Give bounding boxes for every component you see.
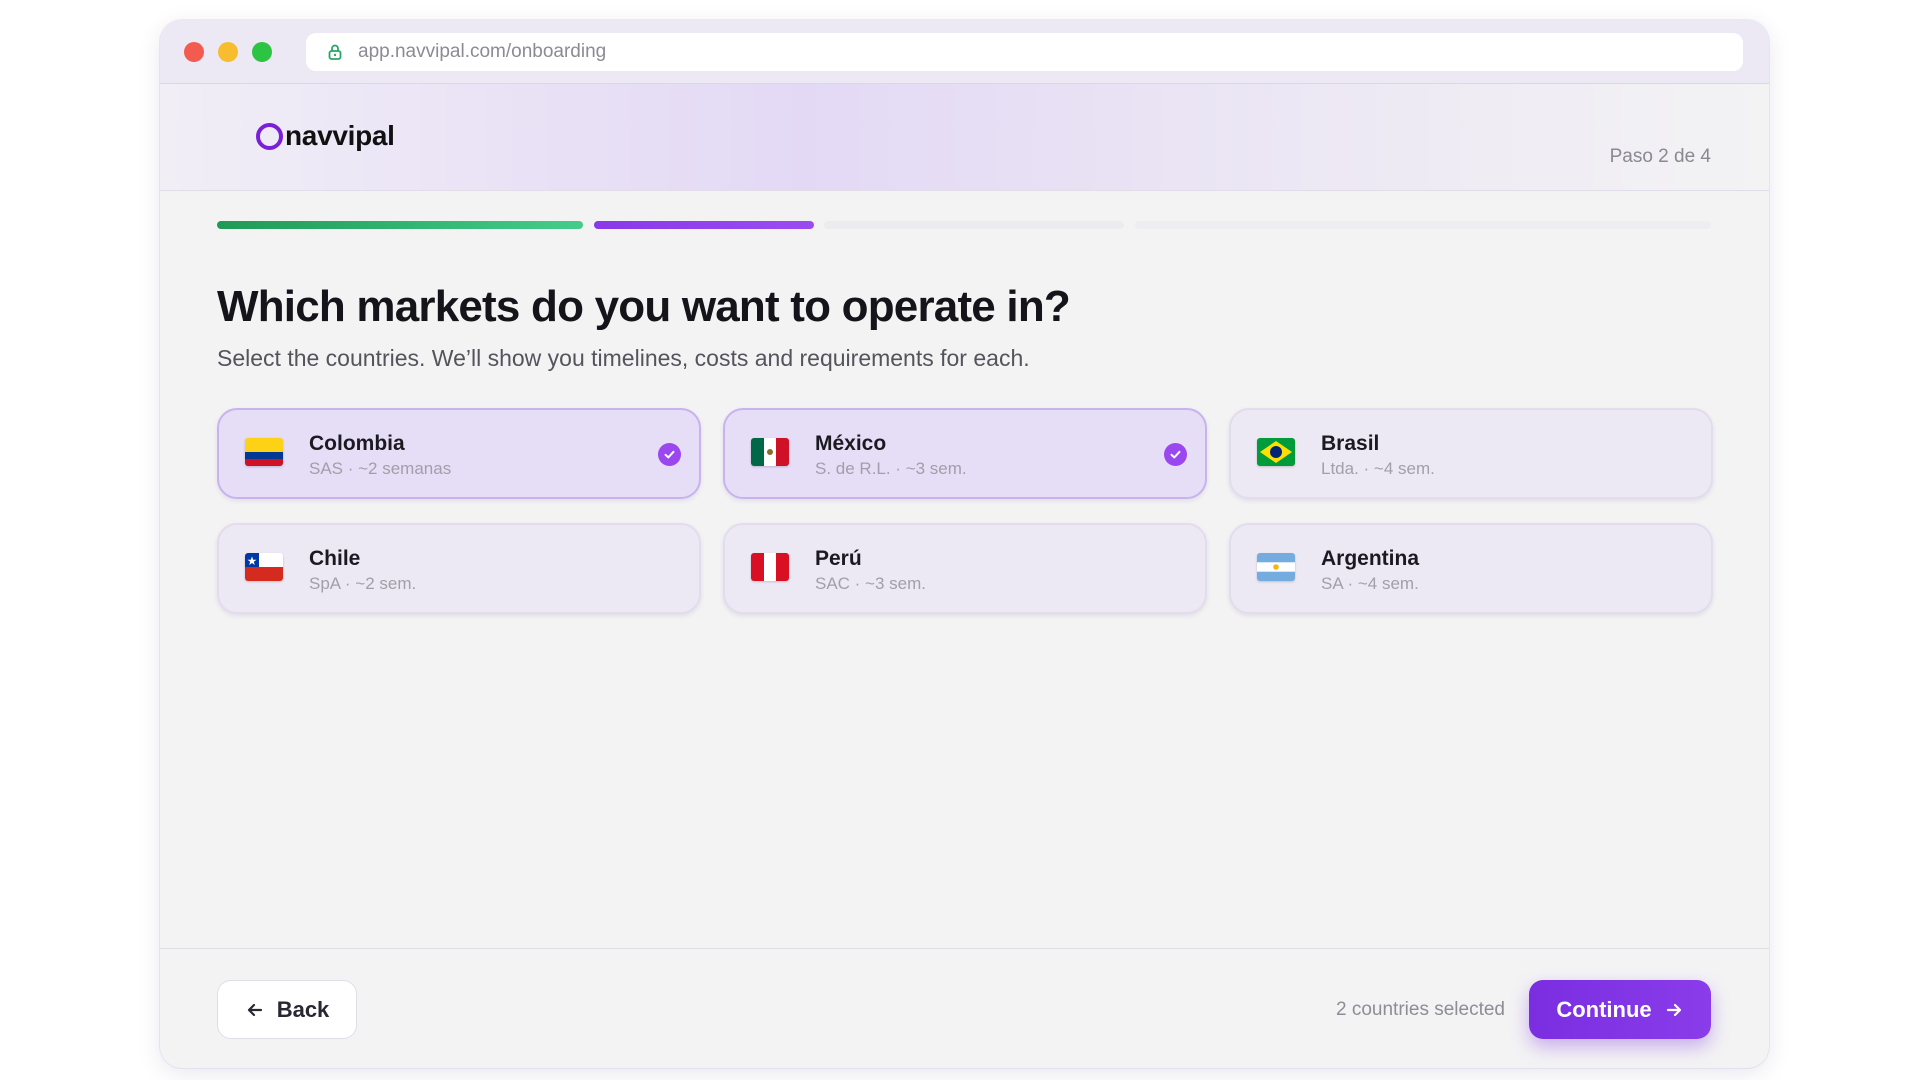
lock-icon bbox=[328, 44, 342, 60]
check-icon bbox=[658, 443, 681, 466]
country-meta: SA · ~4 sem. bbox=[1321, 574, 1419, 593]
address-bar[interactable]: app.navvipal.com/onboarding bbox=[306, 33, 1743, 71]
logo-ring-icon bbox=[256, 122, 283, 150]
page-title: Which markets do you want to operate in? bbox=[217, 282, 1071, 331]
country-name: Argentina bbox=[1321, 547, 1420, 570]
country-card-chile[interactable]: Chile SpA · ~2 sem. bbox=[217, 523, 701, 614]
url-text: app.navvipal.com/onboarding bbox=[358, 41, 607, 62]
selected-count: 2 countries selected bbox=[1336, 999, 1505, 1020]
app-header: navvipal Paso 2 de 4 bbox=[160, 84, 1769, 191]
minimize-window-button[interactable] bbox=[218, 42, 238, 62]
progress-segment-1 bbox=[217, 221, 583, 229]
country-meta: Ltda. · ~4 sem. bbox=[1321, 459, 1435, 478]
progress-segment-4 bbox=[1135, 221, 1711, 229]
argentina-flag-icon bbox=[1257, 553, 1295, 581]
country-card-colombia[interactable]: Colombia SAS · ~2 semanas bbox=[217, 408, 701, 499]
footer-bar: Back 2 countries selected Continue bbox=[160, 948, 1769, 1068]
country-name: Brasil bbox=[1321, 432, 1380, 455]
progress-segment-2 bbox=[594, 221, 814, 229]
page-subtitle: Select the countries. We’ll show you tim… bbox=[217, 345, 1030, 371]
country-name: Chile bbox=[309, 547, 361, 570]
country-card-peru[interactable]: Perú SAC · ~3 sem. bbox=[723, 523, 1207, 614]
country-card-brasil[interactable]: Brasil Ltda. · ~4 sem. bbox=[1229, 408, 1713, 499]
logo-text: navvipal bbox=[285, 120, 395, 151]
country-card-argentina[interactable]: Argentina SA · ~4 sem. bbox=[1229, 523, 1713, 614]
chile-flag-icon bbox=[245, 553, 283, 581]
country-meta: SAC · ~3 sem. bbox=[815, 574, 927, 593]
colombia-flag-icon bbox=[245, 438, 283, 466]
country-meta: S. de R.L. · ~3 sem. bbox=[815, 459, 967, 478]
back-button[interactable]: Back bbox=[217, 980, 357, 1039]
arrow-left-icon bbox=[247, 1003, 262, 1016]
country-name: México bbox=[815, 432, 887, 455]
continue-button[interactable]: Continue bbox=[1529, 980, 1711, 1039]
peru-flag-icon bbox=[751, 553, 789, 581]
brazil-flag-icon bbox=[1257, 438, 1295, 466]
country-card-mexico[interactable]: México S. de R.L. · ~3 sem. bbox=[723, 408, 1207, 499]
navvipal-logo[interactable]: navvipal bbox=[256, 120, 395, 152]
browser-titlebar: app.navvipal.com/onboarding bbox=[160, 20, 1769, 84]
browser-window: app.navvipal.com/onboarding navvipal Pas… bbox=[160, 20, 1769, 1068]
continue-button-label: Continue bbox=[1556, 996, 1652, 1022]
check-icon bbox=[1164, 443, 1187, 466]
arrow-right-icon bbox=[1666, 1003, 1681, 1016]
step-indicator: Paso 2 de 4 bbox=[1609, 146, 1711, 167]
close-window-button[interactable] bbox=[184, 42, 204, 62]
mexico-flag-icon bbox=[751, 438, 789, 466]
progress-segment-3 bbox=[824, 221, 1124, 229]
country-name: Colombia bbox=[309, 432, 405, 455]
country-meta: SAS · ~2 semanas bbox=[309, 459, 452, 478]
back-button-label: Back bbox=[276, 996, 330, 1022]
maximize-window-button[interactable] bbox=[252, 42, 272, 62]
country-meta: SpA · ~2 sem. bbox=[309, 574, 417, 593]
country-name: Perú bbox=[815, 547, 862, 570]
